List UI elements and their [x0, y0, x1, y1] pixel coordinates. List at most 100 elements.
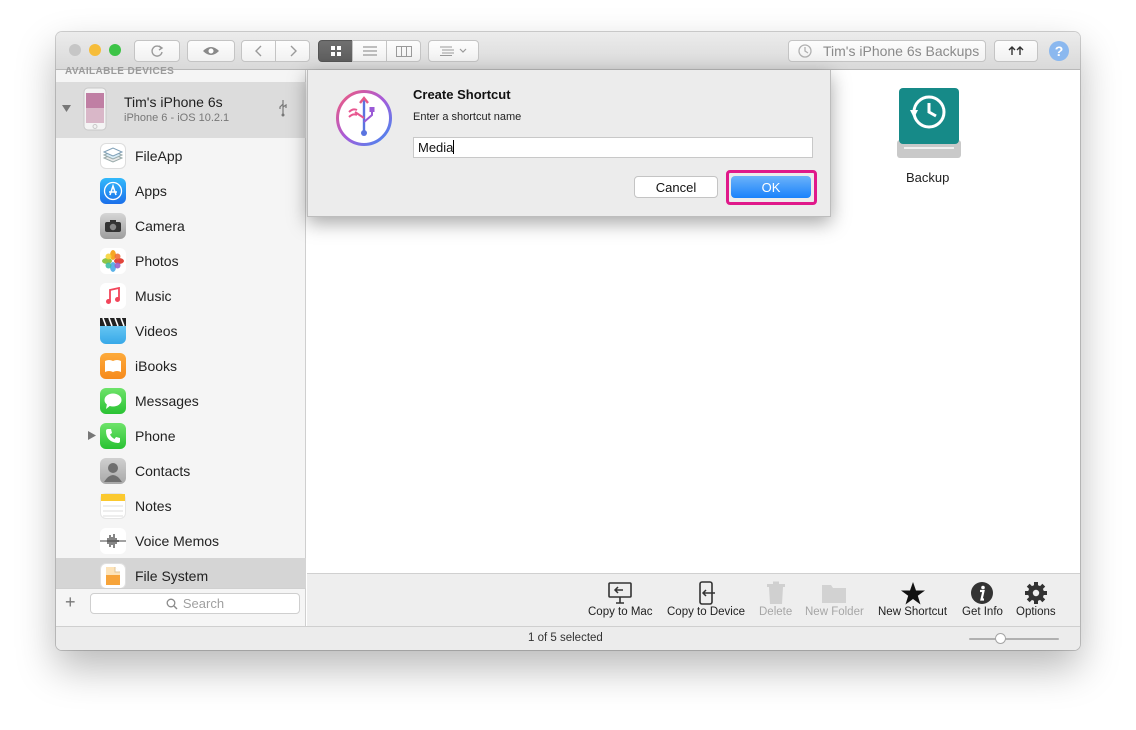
camera-icon	[100, 212, 126, 239]
iphone-icon	[83, 87, 107, 131]
trash-icon	[766, 580, 786, 606]
delete-button[interactable]: Delete	[759, 580, 792, 618]
fileapp-icon	[100, 142, 126, 169]
imazing-app-icon	[336, 90, 392, 146]
delete-label: Delete	[759, 606, 793, 618]
ok-button[interactable]: OK	[731, 176, 811, 198]
sidebar-item-label: Apps	[135, 182, 167, 199]
new-shortcut-button[interactable]: New Shortcut	[878, 580, 947, 618]
sidebar-item-label: Photos	[135, 252, 179, 269]
gear-icon	[1024, 580, 1048, 606]
sidebar-item-label: Contacts	[135, 462, 191, 479]
list-icon	[362, 46, 377, 56]
search-icon	[166, 598, 178, 609]
status-bar: 1 of 5 selected	[56, 626, 1080, 650]
back-button[interactable]	[241, 40, 276, 62]
disclosure-triangle-icon[interactable]	[62, 104, 71, 113]
get-info-button[interactable]: Get Info	[962, 580, 1003, 618]
column-view-button[interactable]	[386, 40, 421, 62]
sidebar-item-messages[interactable]: Messages	[56, 383, 306, 418]
chevron-right-icon	[290, 45, 297, 57]
notes-icon	[100, 492, 126, 519]
sidebar-search-field[interactable]: Search	[90, 593, 300, 614]
contacts-icon	[100, 457, 126, 484]
usb-icon	[279, 100, 287, 117]
arrange-menu-button[interactable]	[428, 40, 479, 62]
columns-icon	[395, 45, 412, 57]
zoom-window-button[interactable]	[109, 44, 121, 56]
icon-view-button[interactable]	[318, 40, 353, 62]
sidebar-item-photos[interactable]: Photos	[56, 243, 306, 278]
sidebar-section-header: AVAILABLE DEVICES	[65, 66, 175, 77]
sidebar-item-label: Music	[135, 287, 172, 304]
sidebar-item-fileapp[interactable]: FileApp	[56, 138, 306, 173]
messages-icon	[100, 387, 126, 414]
backups-button[interactable]: Tim's iPhone 6s Backups	[788, 40, 986, 62]
add-icon[interactable]: +	[65, 592, 76, 613]
sidebar-footer: + Search	[56, 588, 306, 618]
grid-icon	[330, 46, 341, 56]
sidebar-item-videos[interactable]: Videos	[56, 313, 306, 348]
copy-to-device-label: Copy to Device	[667, 606, 745, 618]
history-icon	[798, 44, 812, 58]
device-subtitle: iPhone 6 - iOS 10.2.1	[124, 112, 230, 124]
title-bar: Tim's iPhone 6s Backups ?	[56, 32, 1080, 70]
options-label: Options	[1016, 606, 1056, 618]
sidebar-item-label: iBooks	[135, 357, 178, 374]
selection-count: 1 of 5 selected	[528, 632, 603, 644]
shortcut-name-value: Media	[418, 140, 454, 155]
sidebar-item-label: Camera	[135, 217, 185, 234]
sidebar-item-label: Videos	[135, 322, 178, 339]
sidebar-item-label: Notes	[135, 497, 172, 514]
options-button[interactable]: Options	[1016, 580, 1056, 618]
photos-icon	[100, 247, 126, 274]
quick-look-button[interactable]	[187, 40, 235, 62]
sidebar-item-ibooks[interactable]: iBooks	[56, 348, 306, 383]
device-name: Tim's iPhone 6s	[124, 94, 223, 110]
arrange-icon	[439, 46, 466, 56]
search-placeholder: Search	[182, 596, 225, 611]
voice-memos-icon	[100, 527, 126, 554]
help-icon: ?	[1054, 43, 1064, 59]
device-row[interactable]: Tim's iPhone 6s iPhone 6 - iOS 10.2.1	[56, 82, 306, 138]
zoom-slider[interactable]	[969, 638, 1059, 640]
sidebar-item-label: File System	[135, 567, 209, 584]
sidebar-item-phone[interactable]: Phone	[56, 418, 306, 453]
eye-icon	[203, 47, 219, 55]
list-view-button[interactable]	[352, 40, 387, 62]
zoom-slider-knob[interactable]	[995, 633, 1006, 644]
transfer-button[interactable]	[994, 40, 1038, 62]
backups-label: Tim's iPhone 6s Backups	[823, 43, 980, 59]
copy-to-mac-button[interactable]: Copy to Mac	[588, 580, 653, 618]
cancel-button[interactable]: Cancel	[634, 176, 718, 198]
close-window-button[interactable]	[69, 44, 81, 56]
help-button[interactable]: ?	[1049, 41, 1069, 61]
folder-icon	[821, 580, 847, 606]
text-caret	[453, 140, 455, 154]
new-folder-button[interactable]: New Folder	[805, 580, 864, 618]
shortcut-name-input[interactable]: Media	[413, 137, 813, 158]
sidebar-item-camera[interactable]: Camera	[56, 208, 306, 243]
sidebar-item-label: FileApp	[135, 147, 183, 164]
dialog-prompt: Enter a shortcut name	[413, 111, 522, 123]
app-store-icon	[100, 177, 126, 204]
new-shortcut-label: New Shortcut	[878, 606, 948, 618]
expand-triangle-icon[interactable]	[88, 431, 96, 440]
star-icon	[900, 580, 926, 606]
minimize-window-button[interactable]	[89, 44, 101, 56]
refresh-button[interactable]	[134, 40, 180, 62]
sidebar-item-notes[interactable]: Notes	[56, 488, 306, 523]
sidebar-item-music[interactable]: Music	[56, 278, 306, 313]
copy-to-mac-label: Copy to Mac	[588, 606, 653, 618]
sidebar: AVAILABLE DEVICES Tim's iPhone 6s iPhone…	[56, 66, 306, 626]
backup-item[interactable]	[896, 88, 962, 162]
action-toolbar: Copy to Mac Copy to Device Delete New Fo…	[307, 573, 1080, 626]
sidebar-item-voice-memos[interactable]: Voice Memos	[56, 523, 306, 558]
chevron-left-icon	[254, 45, 261, 57]
forward-button[interactable]	[275, 40, 310, 62]
sidebar-item-label: Voice Memos	[135, 532, 220, 549]
sidebar-item-apps[interactable]: Apps	[56, 173, 306, 208]
copy-to-device-button[interactable]: Copy to Device	[667, 580, 745, 618]
copy-to-device-icon	[693, 580, 719, 606]
sidebar-item-contacts[interactable]: Contacts	[56, 453, 306, 488]
